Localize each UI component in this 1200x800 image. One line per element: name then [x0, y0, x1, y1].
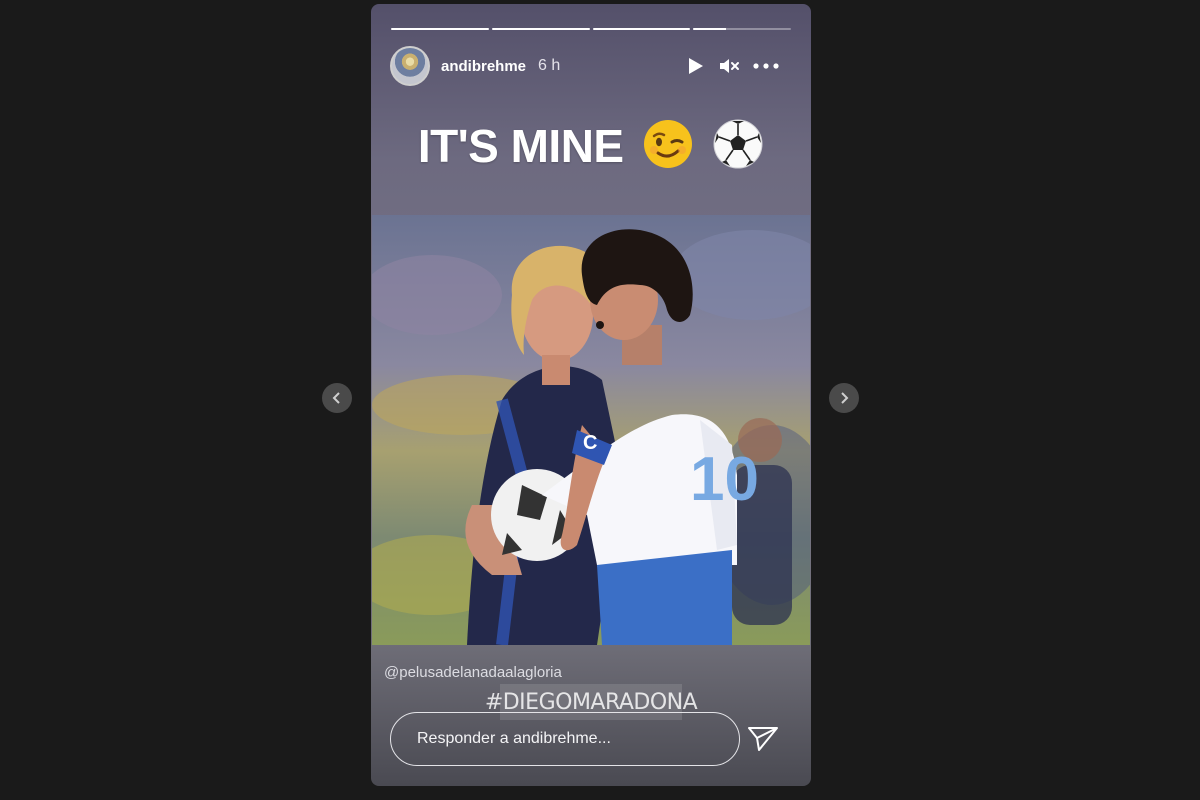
story-time: 6 h: [538, 57, 561, 74]
story-viewer[interactable]: andibrehme 6 h IT'S MINE C 10 @pelusadel…: [371, 4, 811, 786]
mention-link[interactable]: @pelusadelanadaalagloria: [384, 664, 562, 681]
play-button[interactable]: [685, 56, 705, 76]
reply-bar: [390, 712, 791, 766]
story-photo: C 10: [372, 215, 810, 645]
play-icon: [689, 58, 703, 74]
soccer-ball-icon: [713, 119, 763, 169]
previous-story-button[interactable]: [322, 383, 352, 413]
progress-segment: [491, 28, 590, 30]
mute-icon: [720, 59, 739, 73]
mute-button[interactable]: [718, 56, 740, 76]
avatar[interactable]: [390, 46, 430, 86]
progress-segment: [592, 28, 691, 30]
more-options-icon: [753, 63, 779, 69]
send-button[interactable]: [747, 725, 779, 753]
chevron-left-icon: [332, 392, 340, 404]
progress-segment: [693, 28, 791, 30]
reply-input[interactable]: [390, 712, 740, 766]
winking-face-icon: [643, 120, 692, 168]
jersey-number: 10: [690, 445, 759, 514]
next-story-button[interactable]: [829, 383, 859, 413]
caption-text: IT'S MINE: [417, 120, 624, 172]
send-icon: [748, 727, 778, 751]
progress-segment: [391, 28, 489, 30]
story-controls: [685, 56, 791, 76]
story-progress-bar: [391, 28, 791, 30]
username[interactable]: andibrehme: [441, 58, 526, 75]
armband-letter: C: [583, 432, 597, 454]
more-options-button[interactable]: [753, 62, 779, 70]
story-header: andibrehme 6 h: [390, 46, 791, 86]
story-caption: IT'S MINE: [371, 118, 811, 173]
chevron-right-icon: [841, 392, 849, 404]
